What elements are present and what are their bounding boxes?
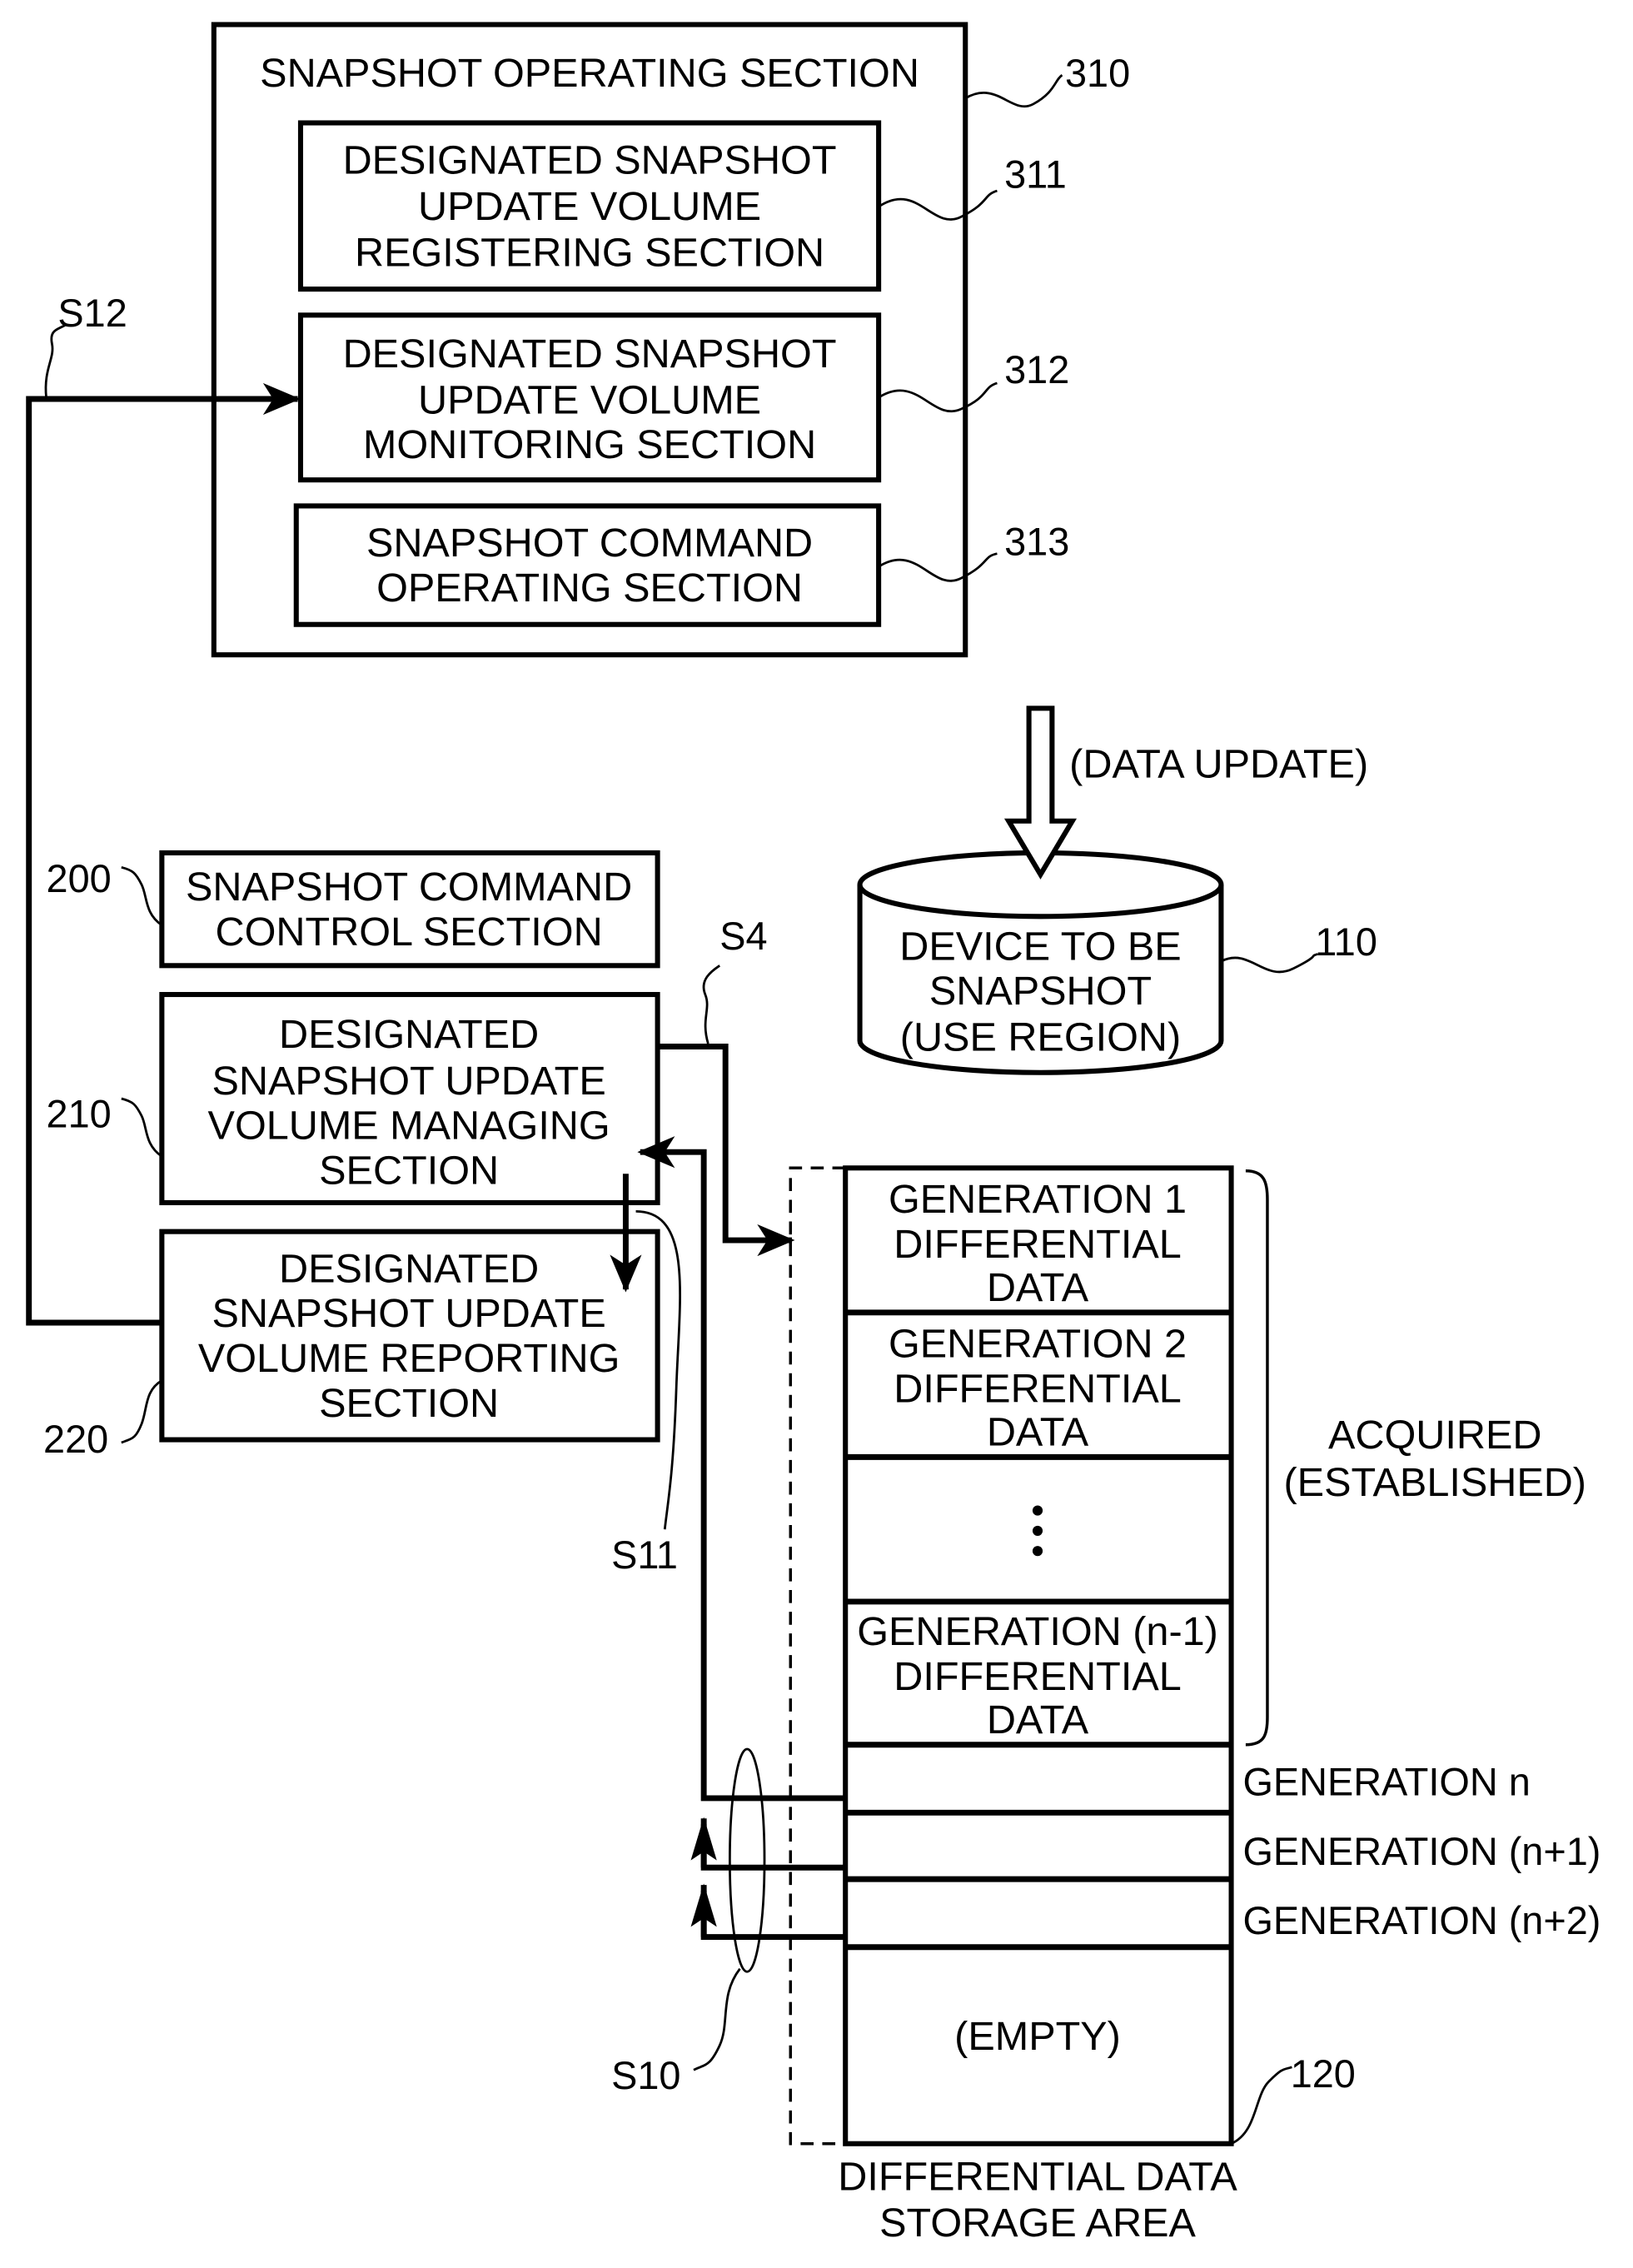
empty-row-label: (EMPTY) [954,2014,1121,2059]
reporting-line-2: SNAPSHOT UPDATE [212,1291,605,1336]
data-update-label: (DATA UPDATE) [1069,742,1368,787]
device-line-2: SNAPSHOT [929,969,1152,1014]
storage-row-ellipsis [1032,1505,1043,1557]
ref-120: 120 [1291,2052,1356,2096]
monitoring-section-line-1: DESIGNATED SNAPSHOT [343,331,837,376]
storage-caption-line-1: DIFFERENTIAL DATA [838,2154,1237,2199]
generation-n1-label: GENERATION (n+1) [1242,1830,1601,1873]
managing-line-1: DESIGNATED [279,1012,539,1057]
label-s12: S12 [57,292,127,335]
reporting-line-1: DESIGNATED [279,1246,539,1291]
device-line-1: DEVICE TO BE [899,924,1181,969]
command-control-line-1: SNAPSHOT COMMAND [186,865,632,910]
leader-120 [1230,2066,1292,2146]
row-text: DIFFERENTIAL [894,1222,1181,1267]
generation-n2-label: GENERATION (n+2) [1242,1899,1601,1942]
reporting-line-4: SECTION [319,1381,499,1426]
row-text: DATA [987,1265,1089,1310]
acquired-line-1: ACQUIRED [1328,1413,1541,1458]
leader-110 [1220,953,1319,974]
registering-section-line-3: REGISTERING SECTION [355,230,824,275]
ref-312: 312 [1004,348,1069,391]
ref-310: 310 [1065,52,1130,95]
dashed-outline [789,1166,846,2146]
data-update-arrow [1003,705,1078,880]
leader-210 [121,1097,163,1158]
snapshot-operating-section: SNAPSHOT OPERATING SECTION 310 DESIGNATE… [211,22,1130,658]
s4-arrow [657,1044,795,1257]
reporting-line-3: VOLUME REPORTING [198,1336,620,1381]
row-text: DATA [987,1697,1089,1742]
managing-line-3: VOLUME MANAGING [208,1104,610,1149]
snapshot-operating-section-title: SNAPSHOT OPERATING SECTION [260,51,919,96]
reporting-section: DESIGNATED SNAPSHOT UPDATE VOLUME REPORT… [43,1229,660,1461]
storage-caption-line-2: STORAGE AREA [879,2201,1196,2246]
leader-s12 [44,324,66,398]
ellipsis-dot [1032,1525,1043,1536]
ref-110: 110 [1315,920,1377,964]
row-text: DIFFERENTIAL [894,1654,1181,1699]
ref-210: 210 [47,1093,112,1136]
command-control-line-2: CONTROL SECTION [216,910,603,955]
monitoring-section-line-2: UPDATE VOLUME [418,377,761,422]
row-text: GENERATION 2 [889,1322,1187,1367]
managing-line-2: SNAPSHOT UPDATE [212,1059,605,1104]
command-control-section: SNAPSHOT COMMAND CONTROL SECTION 200 [47,850,660,969]
command-operating-section-line-1: SNAPSHOT COMMAND [366,521,813,566]
registering-section-line-1: DESIGNATED SNAPSHOT [343,137,837,182]
ref-220: 220 [43,1418,108,1461]
generation-n-label: GENERATION n [1242,1760,1530,1803]
acquired-line-2: (ESTABLISHED) [1283,1460,1586,1505]
ref-313: 313 [1004,520,1069,563]
label-s11: S11 [611,1533,678,1577]
leader-220 [121,1379,163,1444]
leader-200 [121,865,163,926]
label-s4: S4 [719,915,767,958]
leader-s10 [693,1967,741,2071]
acquired-bracket [1245,1169,1269,1747]
leader-310 [964,74,1063,107]
row-text: DIFFERENTIAL [894,1366,1181,1411]
ref-200: 200 [47,857,112,900]
managing-line-4: SECTION [319,1148,499,1193]
ellipsis-dot [1032,1546,1043,1557]
signal-s4: S4 [657,915,795,1257]
row-text: DATA [987,1409,1089,1454]
row-text: GENERATION (n-1) [857,1609,1218,1654]
ref-311: 311 [1004,153,1067,197]
managing-section: DESIGNATED SNAPSHOT UPDATE VOLUME MANAGI… [47,991,660,1205]
row-text: GENERATION 1 [889,1177,1187,1222]
label-s10: S10 [611,2054,680,2097]
registering-section-line-2: UPDATE VOLUME [418,184,761,229]
device-line-3: (USE REGION) [900,1015,1181,1060]
differential-data-storage-area: GENERATION 1 DIFFERENTIAL DATA GENERATIO… [789,1165,1601,2246]
leader-s4 [702,965,720,1044]
ellipsis-dot [1032,1505,1043,1516]
device-to-be-snapshot: DEVICE TO BE SNAPSHOT (USE REGION) 110 (… [857,705,1377,1075]
snapshot-diagram: SNAPSHOT OPERATING SECTION 310 DESIGNATE… [26,22,1601,2246]
monitoring-section-line-3: MONITORING SECTION [363,422,816,467]
command-operating-section-line-2: OPERATING SECTION [376,566,803,611]
